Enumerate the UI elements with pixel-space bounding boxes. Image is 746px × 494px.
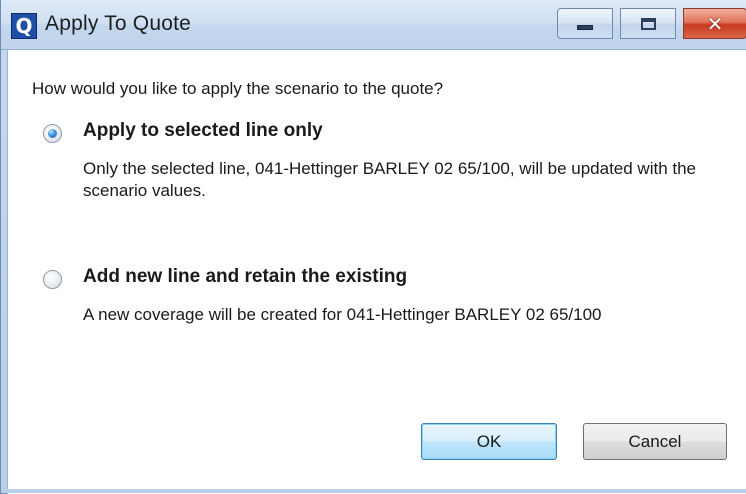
minimize-icon (577, 25, 593, 30)
title-bar[interactable]: Q Apply To Quote ✕ (1, 0, 746, 50)
cancel-button[interactable]: Cancel (583, 423, 727, 460)
radio-unchecked-icon[interactable] (43, 270, 62, 289)
option-label[interactable]: Add new line and retain the existing (83, 266, 407, 288)
window-title: Apply To Quote (45, 12, 192, 35)
option-description: Only the selected line, 041-Hettinger BA… (83, 159, 697, 200)
window-frame-bottom (1, 489, 746, 493)
close-button[interactable]: ✕ (683, 8, 746, 39)
option-label[interactable]: Apply to selected line only (83, 120, 323, 142)
maximize-icon (640, 17, 656, 30)
dialog-window: Q Apply To Quote ✕ How would you like to… (0, 0, 746, 494)
app-icon: Q (11, 13, 37, 39)
option-description: A new coverage will be created for 041-H… (83, 305, 602, 324)
close-icon: ✕ (706, 11, 724, 36)
maximize-button[interactable] (620, 8, 676, 39)
dialog-body: How would you like to apply the scenario… (7, 50, 746, 494)
minimize-button[interactable] (557, 8, 613, 39)
ok-button[interactable]: OK (421, 423, 557, 460)
question-text: How would you like to apply the scenario… (32, 79, 444, 98)
radio-checked-icon[interactable] (43, 124, 62, 143)
